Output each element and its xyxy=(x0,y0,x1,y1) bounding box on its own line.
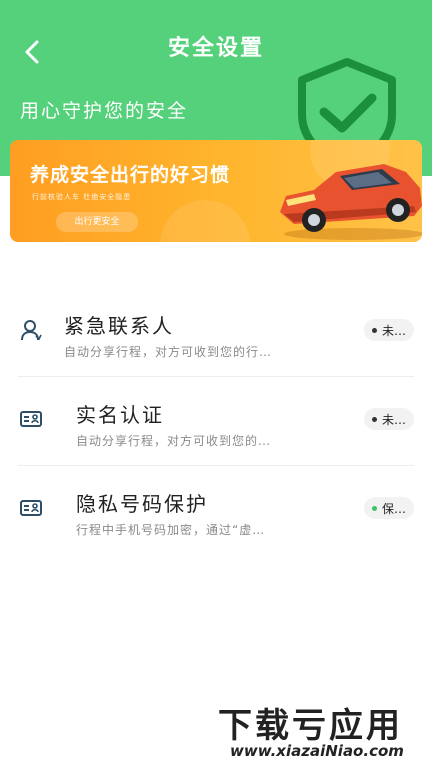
status-dot xyxy=(371,327,377,333)
status-dot xyxy=(371,505,377,511)
status-text: 未… xyxy=(381,323,406,338)
item-description: 自动分享行程，对方可收到您的… xyxy=(76,434,272,448)
list-item-emergency-contact[interactable]: 紧急联系人 自动分享行程，对方可收到您的行… 未… xyxy=(18,288,414,377)
watermark-url: www.xiazaiNiao.com xyxy=(230,742,404,760)
header-subtitle: 用心守护您的安全 xyxy=(20,100,189,122)
banner-button[interactable]: 出行更安全 xyxy=(56,212,138,232)
item-description: 行程中手机号码加密，通过“虚… xyxy=(76,523,266,537)
list-item-real-name-auth[interactable]: 实名认证 自动分享行程，对方可收到您的… 未… xyxy=(18,377,414,466)
status-badge: 保… xyxy=(363,497,414,519)
settings-list: 紧急联系人 自动分享行程，对方可收到您的行… 未… 实名认证 自动分享行程，对方… xyxy=(0,288,432,555)
watermark-title: 下载亏应用 xyxy=(218,706,403,746)
banner-decoration xyxy=(160,200,250,242)
status-badge: 未… xyxy=(363,408,414,430)
watermark: 下载亏应用 www.xiazaiNiao.com xyxy=(214,694,426,764)
id-card-icon xyxy=(20,500,42,516)
list-item-privacy-number[interactable]: 隐私号码保护 行程中手机号码加密，通过“虚… 保… xyxy=(18,466,414,555)
banner-small-text: 行前核验人车 杜绝安全隐患 xyxy=(32,193,132,201)
status-text: 未… xyxy=(381,412,406,427)
safety-banner[interactable]: 养成安全出行的好习惯 行前核验人车 杜绝安全隐患 出行更安全 xyxy=(10,140,422,242)
car-illustration xyxy=(280,164,422,240)
contact-person-icon xyxy=(21,320,42,341)
status-badge: 未… xyxy=(363,319,414,341)
safety-settings-page: 安全设置 用心守护您的安全 养成安全出行的好习惯 行前核验人车 杜绝安全隐患 出… xyxy=(0,0,432,768)
item-title: 隐私号码保护 xyxy=(76,492,208,516)
id-card-icon xyxy=(20,411,42,427)
banner-headline: 养成安全出行的好习惯 xyxy=(30,164,231,186)
item-title: 实名认证 xyxy=(76,403,164,427)
item-description: 自动分享行程，对方可收到您的行… xyxy=(64,345,273,359)
status-text: 保… xyxy=(381,501,406,516)
status-dot xyxy=(371,416,377,422)
item-title: 紧急联系人 xyxy=(64,314,174,338)
